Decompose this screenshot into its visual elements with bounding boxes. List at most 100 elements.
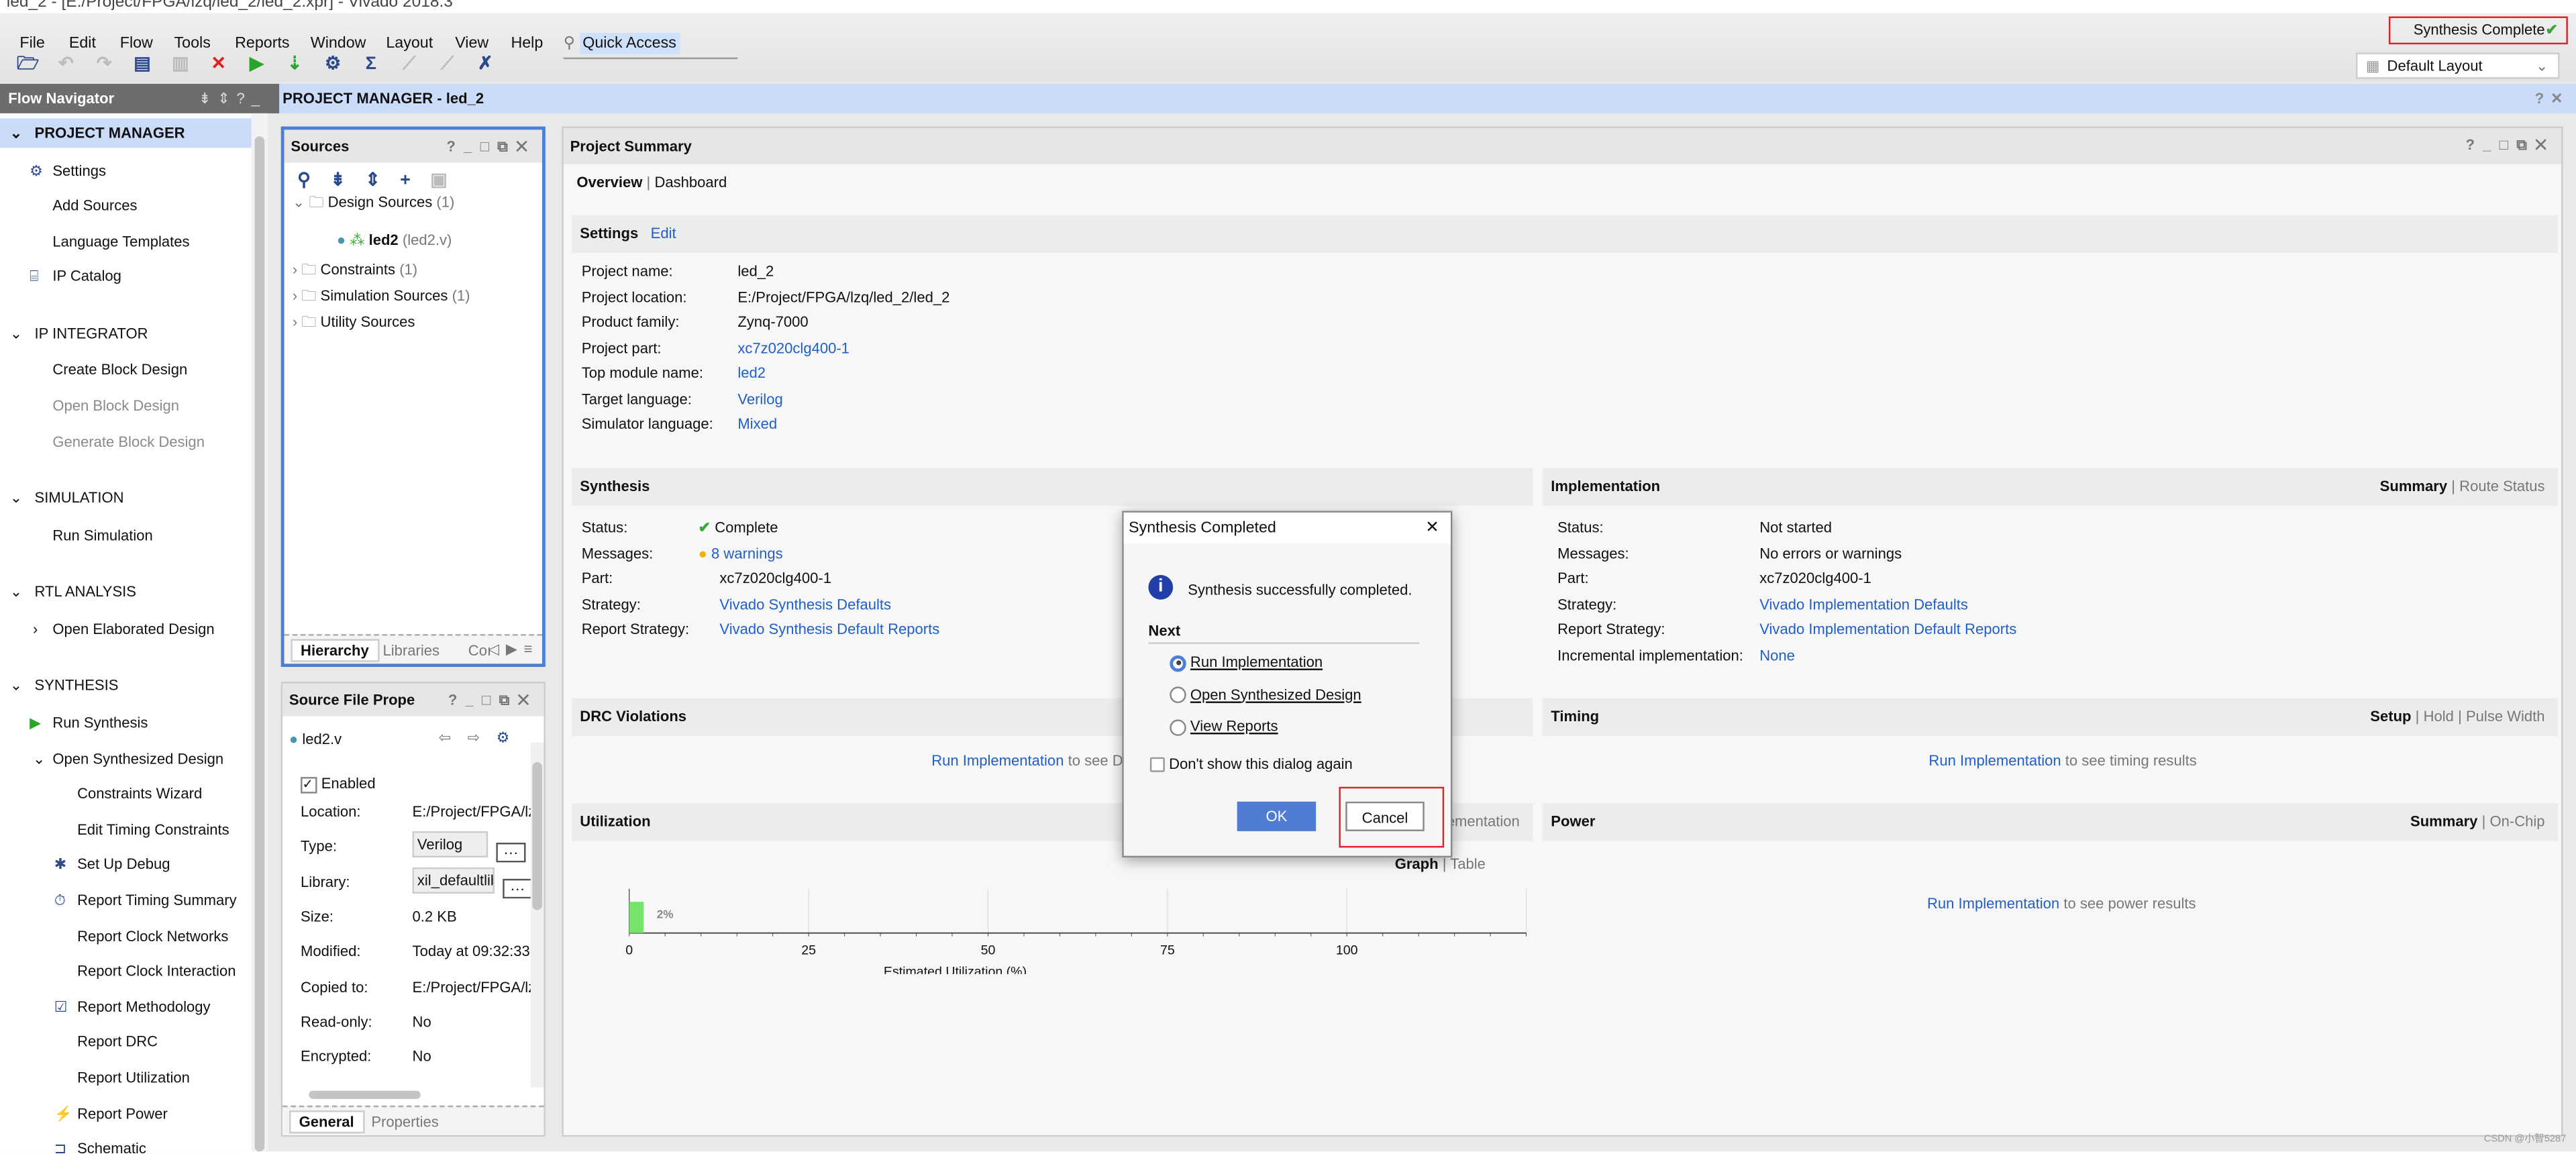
settings-icon[interactable]: ⚙ [321,52,344,75]
field-value[interactable]: Verilog [737,390,782,406]
stop-icon[interactable]: ✕ [207,52,229,75]
nav-item[interactable]: ✱ Set Up Debug [54,856,170,872]
menu-reports[interactable]: Reports [235,34,289,52]
settings-edit-link[interactable]: Edit [651,225,676,241]
nav-item[interactable]: ⚡ Report Power [54,1105,168,1121]
link-route-status[interactable]: Route Status [2459,478,2544,494]
menu-view[interactable]: View [455,34,488,52]
field-value[interactable]: Vivado Implementation Default Reports [1759,621,2016,637]
nav-item[interactable]: Report DRC [77,1034,158,1050]
panel-controls-icon[interactable]: ⇟⇕?_ [199,84,266,113]
link-on-chip[interactable]: On-Chip [2490,813,2545,829]
field-value[interactable]: Vivado Implementation Defaults [1759,596,1968,612]
field-value[interactable]: Vivado Synthesis Default Reports [719,621,939,637]
nav-item[interactable]: ▶ Run Synthesis [30,715,148,731]
report-icon[interactable]: ▤ [131,52,154,75]
menu-help[interactable]: Help [511,34,543,52]
section-synthesis[interactable]: ⌄ SYNTHESIS [0,671,119,700]
field-value[interactable]: ● 8 warnings [699,545,783,561]
link-pulse-width[interactable]: Pulse Width [2466,708,2545,724]
menu-file[interactable]: File [19,34,44,52]
tab-hierarchy[interactable]: Hierarchy [291,639,379,662]
nav-item[interactable]: Report Clock Networks [77,927,228,943]
auto-connect-icon[interactable]: ⟋ [398,52,421,75]
close-icon[interactable]: ✕ [1425,513,1439,544]
tab-libraries[interactable]: Libraries [382,642,440,658]
tree-item[interactable]: › 🗀 Utility Sources [293,311,415,337]
field-value[interactable]: xc7z020clg400-1 [737,339,849,356]
dont-show-checkbox[interactable] [1149,757,1165,773]
panel-controls-icon[interactable]: ?_□⧉✕ [448,684,537,717]
section-ip-integrator[interactable]: ⌄ IP INTEGRATOR [0,319,148,348]
nav-item[interactable]: Open Block Design [52,398,179,414]
tree-item[interactable]: ⌄ 🗀 Design Sources (1) [293,191,455,217]
tree-item[interactable]: › 🗀 Simulation Sources (1) [293,284,470,311]
nav-arrows-icon[interactable]: ⇦⇨⚙ [439,729,526,747]
tab-properties[interactable]: Properties [371,1114,438,1130]
program-icon[interactable]: ⇣ [283,52,306,75]
tab-overview[interactable]: Overview [576,174,642,191]
tab-general[interactable]: General [289,1110,364,1134]
flow-navigator-scrollbar[interactable] [251,113,268,1152]
drc-run-implementation-link[interactable]: Run Implementation [931,752,1064,768]
tab-dashboard[interactable]: Dashboard [654,174,727,191]
nav-item[interactable]: ⊐ Schematic [54,1140,146,1156]
vertical-scrollbar[interactable] [530,742,544,1088]
tree-item[interactable]: › 🗀 Constraints (1) [293,258,417,284]
field-value[interactable]: None [1759,646,1795,662]
menu-window[interactable]: Window [311,34,366,52]
field-value[interactable]: Mixed [737,415,777,431]
field-value[interactable]: led2 [737,365,766,381]
nav-item[interactable]: ⏱ Report Timing Summary [54,892,237,908]
link-graph[interactable]: Graph [1395,856,1439,872]
nav-item[interactable]: ☑ Report Methodology [54,998,211,1014]
enabled-checkbox[interactable]: ✓ [301,777,317,794]
nav-item[interactable]: Edit Timing Constraints [77,821,229,837]
run-icon[interactable]: ▶ [245,52,268,75]
menu-flow[interactable]: Flow [120,34,153,52]
quick-access-input[interactable]: ⚲ Quick Access [563,30,738,60]
open-project-icon[interactable]: 🗁 [16,52,39,75]
nav-item[interactable]: ⌸ IP Catalog [30,268,121,284]
nav-item[interactable]: Report Utilization [77,1069,190,1086]
link-setup[interactable]: Setup [2370,708,2411,724]
sigma-icon[interactable]: Σ [360,52,382,75]
nav-item[interactable]: Report Clock Interaction [77,963,236,979]
nav-item[interactable]: › Open Elaborated Design [33,621,215,637]
sources-toolbar[interactable]: ⚲⇟⇕+▣ [297,169,467,191]
redo-icon[interactable]: ↷ [93,52,115,75]
browse-button[interactable]: ··· [496,843,526,863]
nav-item[interactable]: Constraints Wizard [77,786,202,802]
link-table[interactable]: Table [1450,856,1486,872]
browse-button[interactable]: ··· [503,878,531,898]
section-rtl-analysis[interactable]: ⌄ RTL ANALYSIS [0,577,136,607]
power-run-implementation-link[interactable]: Run Implementation [1927,895,2059,911]
nav-item[interactable]: Create Block Design [52,362,187,378]
section-simulation[interactable]: ⌄ SIMULATION [0,483,124,513]
layout-select[interactable]: ▦ Default Layout ⌄ [2356,52,2560,79]
menu-tools[interactable]: Tools [174,34,211,52]
field-value[interactable]: Vivado Synthesis Defaults [719,596,891,612]
panel-controls-icon[interactable]: ?_□⧉✕ [2465,128,2555,161]
undo-icon[interactable]: ↶ [54,52,77,75]
link-summary[interactable]: Summary [2380,478,2447,494]
link-power-summary[interactable]: Summary [2410,813,2477,829]
tab-scroll-icon[interactable]: ◁▶≡ [488,641,539,659]
menu-layout[interactable]: Layout [386,34,433,52]
menu-edit[interactable]: Edit [69,34,96,52]
unlink-icon[interactable]: ⟋ [435,52,458,75]
section-project-manager[interactable]: ⌄ PROJECT MANAGER [0,118,252,148]
radio-option[interactable]: Run Implementation [1170,653,1323,672]
copy-icon[interactable]: ▥ [169,52,192,75]
panel-controls-icon[interactable]: ?_□⧉✕ [446,129,535,162]
nav-item[interactable]: Language Templates [52,233,189,249]
nav-item[interactable]: Add Sources [52,197,137,213]
nav-item[interactable]: Generate Block Design [52,433,205,449]
nav-item[interactable]: ⚙ Settings [30,162,106,178]
horizontal-scrollbar[interactable] [289,1089,527,1102]
ok-button[interactable]: OK [1237,801,1317,831]
radio-option[interactable]: View Reports [1170,718,1278,735]
timing-run-implementation-link[interactable]: Run Implementation [1928,752,2061,768]
nav-item[interactable]: ⌄ Open Synthesized Design [33,750,223,766]
debug-icon[interactable]: ✗ [474,52,497,75]
